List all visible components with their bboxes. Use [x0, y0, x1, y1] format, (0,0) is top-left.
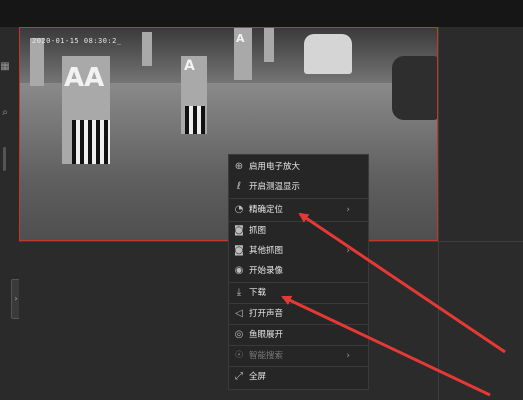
- annotation-arrow: [281, 295, 491, 397]
- annotation-arrow: [298, 212, 506, 354]
- annotation-overlay: [281, 212, 506, 397]
